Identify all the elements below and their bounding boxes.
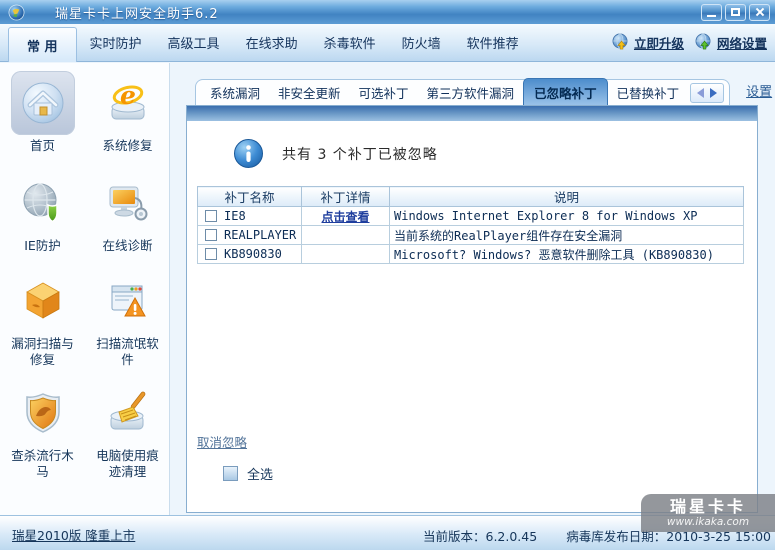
patch-table: 补丁名称 补丁详情 说明 IE8 点击查看 Windows Internet E… [197,186,744,264]
system-repair-icon: e [105,80,151,126]
table-row: KB890830 Microsoft? Windows? 恶意软件删除工具 (K… [198,245,744,264]
version-text: 当前版本：6.2.0.45 [423,526,537,545]
row-checkbox[interactable] [205,210,217,222]
select-all-checkbox[interactable] [223,466,238,481]
svg-text:e: e [120,81,136,110]
patch-name: REALPLAYER [224,228,296,242]
menu-bar: 常 用 实时防护 高级工具 在线求助 杀毒软件 防火墙 软件推荐 立即升级 [0,24,775,62]
sidebar-item-online-diagnosis[interactable]: 在线诊断 [93,171,163,269]
window-title: 瑞星卡卡上网安全助手6.2 [55,3,219,22]
sidebar-label-online-diagnosis: 在线诊断 [93,238,163,254]
close-icon [755,7,765,17]
patch-description: Microsoft? Windows? 恶意软件删除工具 (KB890830) [394,248,714,262]
patch-description: 当前系统的RealPlayer组件存在安全漏洞 [394,229,622,243]
network-settings-link[interactable]: 网络设置 [694,33,767,52]
promo-link[interactable]: 瑞星2010版 隆重上市 [12,525,135,544]
app-logo-icon [8,4,25,21]
sidebar-item-ie-protection[interactable]: IE防护 [8,171,78,269]
sidebar-label-home: 首页 [8,138,78,154]
select-all-row: 全选 [223,464,273,483]
table-header-row: 补丁名称 补丁详情 说明 [198,187,744,207]
close-button[interactable] [749,4,770,21]
summary-text: 共有 3 个补丁已被忽略 [282,144,438,164]
vulnerability-scan-icon [20,278,66,324]
view-details-link[interactable]: 点击查看 [321,210,369,224]
patch-name: KB890830 [224,247,282,261]
main-content: 系统漏洞 非安全更新 可选补丁 第三方软件漏洞 已忽略补丁 已替换补丁 设置 [171,63,775,515]
title-bar: 瑞星卡卡上网安全助手6.2 [0,0,775,24]
sidebar-item-system-repair[interactable]: e 系统修复 [93,71,163,171]
tab-unsafe-updates[interactable]: 非安全更新 [269,79,350,106]
tab-optional-patches[interactable]: 可选补丁 [350,79,418,106]
tab-thirdparty-vulnerabilities[interactable]: 第三方软件漏洞 [418,79,524,106]
summary-row: 共有 3 个补丁已被忽略 [233,138,438,169]
watermark-title: 瑞星卡卡 [641,496,775,517]
malware-scan-icon [105,278,151,324]
row-checkbox[interactable] [205,248,217,260]
upgrade-now-link[interactable]: 立即升级 [611,33,684,52]
patch-description: Windows Internet Explorer 8 for Windows … [394,209,697,223]
patch-name: IE8 [224,209,246,223]
header-description: 说明 [390,187,744,207]
menu-item-advanced-tools[interactable]: 高级工具 [155,33,233,52]
ignored-patches-panel: 共有 3 个补丁已被忽略 补丁名称 补丁详情 说明 IE8 点击查看 Windo… [186,105,758,513]
sidebar-label-trojan-scan: 查杀流行木马 [8,448,78,480]
header-patch-name: 补丁名称 [198,187,302,207]
select-all-label: 全选 [247,464,273,483]
table-row: IE8 点击查看 Windows Internet Explorer 8 for… [198,207,744,226]
scroll-right-icon[interactable] [710,88,717,98]
header-patch-details: 补丁详情 [302,187,390,207]
sidebar-item-vulnerability-scan[interactable]: 漏洞扫描与修复 [8,269,78,381]
panel-header-band [187,106,757,121]
menu-item-software-recommend[interactable]: 软件推荐 [454,33,532,52]
sidebar-item-home[interactable]: 首页 [8,71,78,171]
menu-item-online-help[interactable]: 在线求助 [233,33,311,52]
minimize-icon [707,15,716,17]
sidebar: 首页 e 系统修复 [0,63,170,515]
sidebar-label-trace-clean: 电脑使用痕迹清理 [93,448,163,480]
tab-replaced-patches[interactable]: 已替换补丁 [608,79,689,106]
tab-system-vulnerabilities[interactable]: 系统漏洞 [201,79,269,106]
tab-scroll-buttons [690,83,724,103]
menu-item-common[interactable]: 常 用 [8,27,77,62]
globe-upgrade-icon [611,33,630,52]
maximize-icon [731,8,740,16]
watermark-url: www.ikaka.com [641,517,775,528]
trace-clean-icon [105,390,151,436]
ie-protection-icon [20,180,66,226]
table-row: REALPLAYER 当前系统的RealPlayer组件存在安全漏洞 [198,226,744,245]
home-icon [20,80,66,126]
settings-link[interactable]: 设置 [746,81,772,100]
row-checkbox[interactable] [205,229,217,241]
sidebar-item-trace-clean[interactable]: 电脑使用痕迹清理 [93,381,163,485]
app-window: 瑞星卡卡上网安全助手6.2 常 用 实时防护 高级工具 在线求助 杀毒软件 防火… [0,0,775,550]
scroll-left-icon[interactable] [697,88,704,98]
cancel-ignore-link[interactable]: 取消忽略 [197,432,247,451]
sidebar-label-ie-protection: IE防护 [8,238,78,254]
tab-ignored-patches[interactable]: 已忽略补丁 [523,78,608,107]
globe-network-icon [694,33,713,52]
patch-tabstrip: 系统漏洞 非安全更新 可选补丁 第三方软件漏洞 已忽略补丁 已替换补丁 设置 [195,79,772,105]
sidebar-label-system-repair: 系统修复 [93,138,163,154]
maximize-button[interactable] [725,4,746,21]
network-settings-label: 网络设置 [717,33,767,52]
online-diagnosis-icon [105,180,151,226]
trojan-scan-icon [20,390,66,436]
minimize-button[interactable] [701,4,722,21]
sidebar-label-vulnerability-scan: 漏洞扫描与修复 [8,336,78,368]
menu-item-firewall[interactable]: 防火墙 [389,33,454,52]
ikaka-watermark: 瑞星卡卡 www.ikaka.com [641,494,775,532]
sidebar-label-malware-scan: 扫描流氓软件 [93,336,163,368]
info-icon [233,138,264,169]
upgrade-now-label: 立即升级 [634,33,684,52]
menu-item-realtime-protection[interactable]: 实时防护 [77,33,155,52]
sidebar-item-malware-scan[interactable]: 扫描流氓软件 [93,269,163,381]
sidebar-item-trojan-scan[interactable]: 查杀流行木马 [8,381,78,485]
menu-item-antivirus[interactable]: 杀毒软件 [311,33,389,52]
